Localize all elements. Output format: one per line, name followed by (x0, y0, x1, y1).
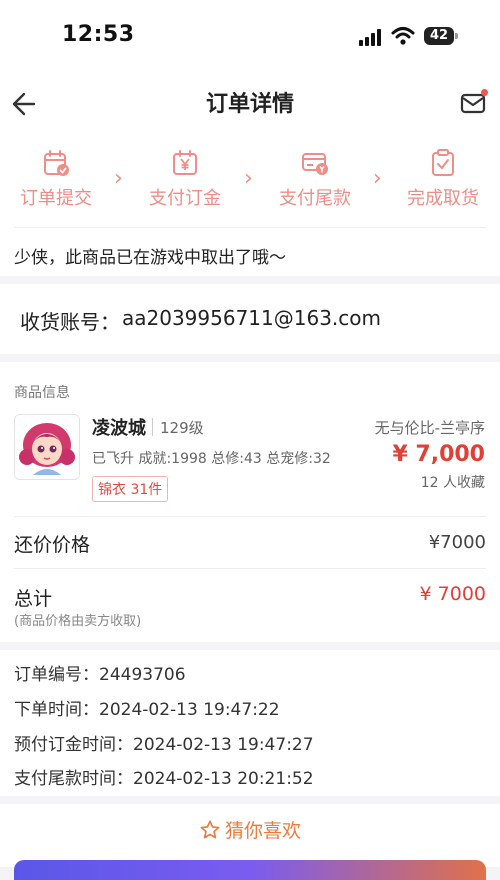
character-avatar[interactable] (14, 414, 80, 480)
order-number-row: 订单编号：24493706 (14, 660, 186, 685)
battery-cap (455, 33, 458, 39)
order-time-row: 下单时间：2024-02-13 19:47:22 (14, 695, 280, 720)
yen-card-icon (302, 153, 328, 175)
step-complete-pickup: 完成取货 (388, 148, 498, 210)
balance-time-row: 支付尾款时间：2024-02-13 20:21:52 (14, 764, 314, 789)
info-value: 2024-02-13 19:47:22 (99, 700, 280, 720)
total-value: ¥ 7000 (419, 583, 486, 605)
account-label: 收货账号： (20, 310, 120, 334)
notice-text: 少侠，此商品已在游戏中取出了哦～ (14, 248, 286, 268)
star-icon (200, 820, 220, 839)
order-info: 订单编号：24493706 下单时间：2024-02-13 19:47:22 预… (0, 650, 500, 796)
info-label: 订单编号： (14, 665, 99, 685)
favorites-count: 12 人收藏 (420, 475, 485, 491)
section-title: 商品信息 (14, 385, 70, 401)
deposit-time-row: 预付订金时间：2024-02-13 19:47:27 (14, 730, 314, 755)
wifi-icon (391, 27, 415, 45)
info-label: 下单时间： (14, 700, 99, 720)
step-label: 订单提交 (20, 188, 92, 209)
counter-offer-label: 还价价格 (14, 534, 91, 556)
divider (14, 568, 486, 569)
recommendations: 猜你喜欢 (0, 804, 500, 880)
status-bar: 12:53 42 (0, 0, 500, 80)
step-arrow: › (373, 166, 382, 191)
receiving-account: 收货账号： aa2039956711@163.com (0, 284, 500, 354)
info-value: 2024-02-13 20:21:52 (133, 769, 314, 789)
info-label: 支付尾款时间： (14, 769, 133, 789)
clipboard-check-icon (432, 149, 454, 176)
step-label: 支付订金 (149, 188, 221, 209)
recommendations-title: 猜你喜欢 (0, 816, 500, 843)
info-value: 2024-02-13 19:47:27 (133, 735, 314, 755)
total-note: (商品价格由卖方收取) (14, 614, 142, 629)
game-region: 无与伦比-兰亭序 (374, 419, 485, 437)
page-title: 订单详情 (205, 92, 294, 117)
info-value[interactable]: 24493706 (99, 665, 186, 685)
status-time: 12:53 (62, 22, 135, 47)
character-stats: 已飞升 成就:1998 总修:43 总宠修:32 (92, 451, 331, 467)
battery-icon: 42 (424, 27, 454, 45)
step-order-submitted: 订单提交 (1, 148, 111, 210)
battery-level: 42 (429, 28, 449, 43)
info-label: 预付订金时间： (14, 735, 133, 755)
step-label: 支付尾款 (279, 188, 351, 209)
yen-calendar-icon (173, 150, 197, 175)
step-pay-deposit: 支付订金 (130, 148, 240, 210)
calendar-check-icon (44, 150, 69, 176)
character-portrait (15, 415, 79, 479)
step-pay-balance: 支付尾款 (260, 148, 370, 210)
recommendations-label: 猜你喜欢 (224, 820, 301, 842)
step-arrow: › (114, 166, 123, 191)
order-progress: 订单提交 › 支付订金 › 支付尾款 › 完成取货 (0, 128, 500, 228)
character-level: 129级 (160, 419, 204, 437)
server-name: 凌波城 (92, 418, 146, 439)
step-arrow: › (244, 166, 253, 191)
notification-dot (481, 89, 488, 96)
goods-info: 商品信息 凌波城 129级 无与伦比-兰亭序 已飞升 成就:1998 总修:43… (0, 362, 500, 642)
step-label: 完成取货 (407, 188, 479, 209)
notice-bar: 少侠，此商品已在游戏中取出了哦～ (0, 228, 500, 276)
nav-bar: 订单详情 (0, 80, 500, 128)
total-label: 总计 (14, 588, 53, 610)
item-price: ¥ 7,000 (392, 442, 485, 467)
counter-offer-value: ¥7000 (428, 532, 486, 553)
account-value[interactable]: aa2039956711@163.com (122, 306, 381, 330)
signal-icon (359, 28, 385, 46)
recommendation-card[interactable] (14, 860, 486, 880)
divider (152, 418, 153, 436)
divider (14, 516, 486, 517)
outfit-tag: 锦衣 31件 (92, 476, 169, 502)
